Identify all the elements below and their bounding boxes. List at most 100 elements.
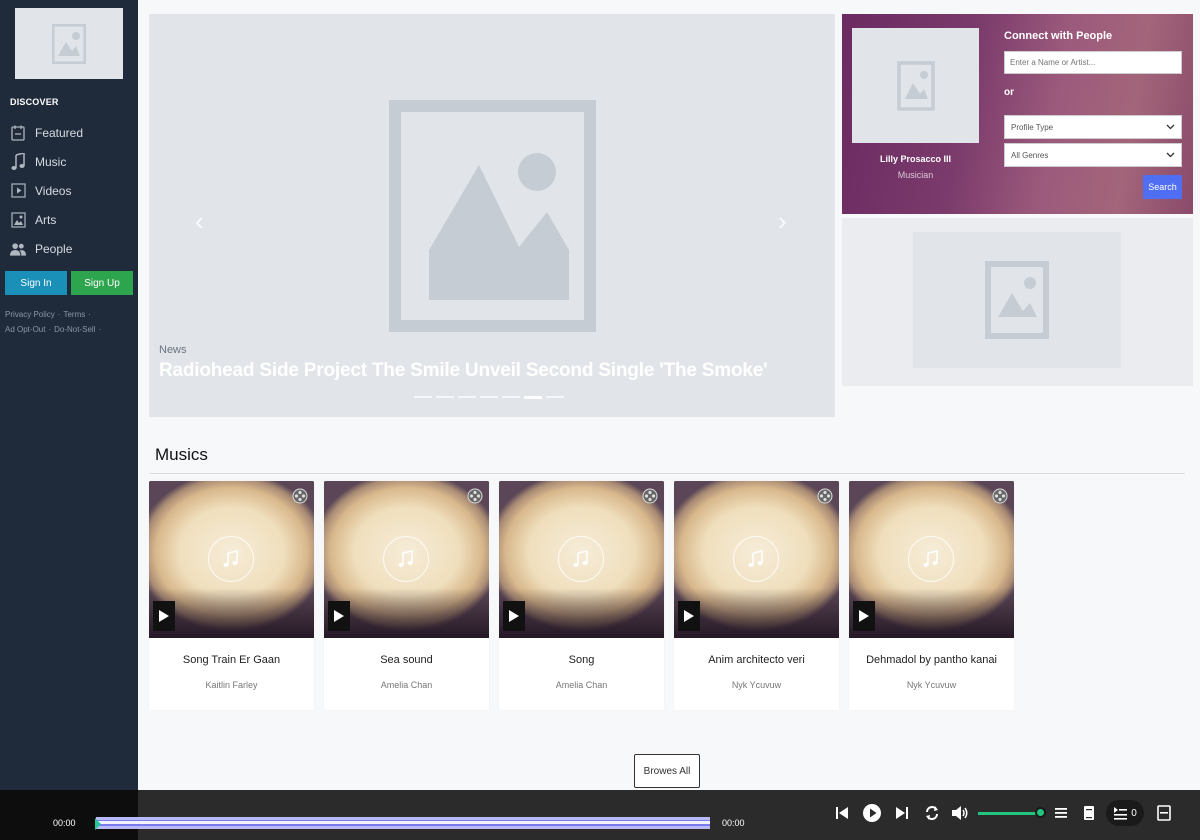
music-card[interactable]: Dehmadol by pantho kanai Nyk Ycuvuw [849, 481, 1014, 710]
play-button[interactable] [678, 601, 700, 631]
music-title[interactable]: Anim architecto veri [674, 654, 839, 666]
music-artist[interactable]: Amelia Chan [324, 680, 489, 690]
profile-name[interactable]: Lilly Prosacco III [852, 154, 979, 164]
sign-in-button[interactable]: Sign In [5, 271, 67, 295]
music-artist[interactable]: Nyk Ycuvuw [674, 680, 839, 690]
repeat-icon [926, 806, 938, 820]
music-card[interactable]: Sea sound Amelia Chan [324, 481, 489, 710]
sidebar-item-label: People [35, 241, 73, 256]
calendar-icon [10, 125, 26, 141]
music-title[interactable]: Sea sound [324, 654, 489, 666]
profile-image[interactable] [852, 28, 979, 143]
play-circle-icon [863, 804, 881, 822]
play-button[interactable] [503, 601, 525, 631]
volume-button[interactable] [949, 802, 971, 824]
play-pause-button[interactable] [861, 802, 883, 824]
do-not-sell-link[interactable]: Do-Not-Sell [54, 325, 95, 334]
privacy-policy-link[interactable]: Privacy Policy [5, 310, 55, 319]
search-button[interactable]: Search [1143, 175, 1182, 199]
next-button[interactable] [891, 802, 913, 824]
music-artist[interactable]: Amelia Chan [499, 680, 664, 690]
music-cover[interactable] [674, 481, 839, 638]
music-card[interactable]: Song Train Er Gaan Kaitlin Farley [149, 481, 314, 710]
progress-track [96, 821, 710, 824]
genres-select[interactable]: All Genres [1004, 143, 1182, 167]
music-card[interactable]: Song Amelia Chan [499, 481, 664, 710]
queue-count: 0 [1131, 807, 1137, 819]
terms-link[interactable]: Terms [63, 310, 85, 319]
music-cover[interactable] [324, 481, 489, 638]
carousel-dot[interactable] [502, 396, 520, 398]
carousel-dot-active[interactable] [524, 396, 542, 399]
profile-type-select[interactable]: Profile Type [1004, 115, 1182, 139]
volume-slider-handle[interactable] [1035, 807, 1046, 818]
play-icon [334, 610, 344, 622]
sidebar-item-label: Featured [35, 125, 84, 140]
video-icon [10, 183, 26, 199]
people-search-input[interactable] [1004, 51, 1182, 74]
section-divider [149, 473, 1185, 474]
film-reel-icon[interactable] [467, 488, 483, 504]
discover-label: DISCOVER [10, 97, 59, 107]
sign-up-button[interactable]: Sign Up [71, 271, 133, 295]
musics-section-title: Musics [155, 445, 208, 464]
film-reel-icon[interactable] [292, 488, 308, 504]
music-artist[interactable]: Kaitlin Farley [149, 680, 314, 690]
image-icon [10, 211, 26, 228]
music-artist[interactable]: Nyk Ycuvuw [849, 680, 1014, 690]
skip-previous-icon [836, 807, 848, 819]
film-reel-icon[interactable] [642, 488, 658, 504]
book-icon [1084, 806, 1094, 820]
lyrics-button[interactable] [1078, 802, 1100, 824]
carousel-dot[interactable] [480, 396, 498, 398]
hero-carousel[interactable]: ‹ › News Radiohead Side Project The Smil… [149, 14, 835, 417]
carousel-dot[interactable] [414, 396, 432, 398]
hero-title[interactable]: Radiohead Side Project The Smile Unveil … [159, 360, 768, 382]
ad-image[interactable] [913, 232, 1121, 368]
sidebar-item-videos[interactable]: Videos [0, 176, 138, 205]
ad-opt-out-link[interactable]: Ad Opt-Out [5, 325, 45, 334]
volume-icon [952, 806, 968, 820]
sidebar-item-label: Music [35, 154, 67, 169]
profile-type-value: Profile Type [1011, 122, 1054, 132]
music-card-list: Song Train Er Gaan Kaitlin Farley Sea so… [149, 481, 1014, 710]
music-title[interactable]: Dehmadol by pantho kanai [849, 654, 1014, 666]
music-title[interactable]: Song [499, 654, 664, 666]
browse-all-button[interactable]: Browes All [634, 754, 700, 788]
film-reel-icon[interactable] [817, 488, 833, 504]
sidebar-item-featured[interactable]: Featured [0, 118, 138, 147]
minimize-player-button[interactable] [1153, 802, 1175, 824]
sidebar-item-music[interactable]: Music [0, 147, 138, 176]
playlist-button[interactable] [1050, 802, 1072, 824]
audio-player-bar: 00:00 00:00 0 [0, 790, 1200, 840]
list-icon [1055, 808, 1067, 818]
queue-button[interactable]: 0 [1106, 800, 1144, 826]
image-placeholder-icon [389, 100, 596, 332]
music-title[interactable]: Song Train Er Gaan [149, 654, 314, 666]
play-button[interactable] [853, 601, 875, 631]
sidebar-item-people[interactable]: People [0, 234, 138, 263]
music-cover[interactable] [849, 481, 1014, 638]
music-card[interactable]: Anim architecto veri Nyk Ycuvuw [674, 481, 839, 710]
carousel-dot[interactable] [436, 396, 454, 398]
carousel-dot[interactable] [458, 396, 476, 398]
play-button[interactable] [328, 601, 350, 631]
auth-buttons: Sign In Sign Up [5, 271, 133, 295]
carousel-prev-arrow[interactable]: ‹ [195, 206, 204, 237]
volume-slider[interactable] [978, 812, 1040, 815]
progress-handle[interactable] [95, 818, 101, 830]
repeat-button[interactable] [921, 802, 943, 824]
music-cover[interactable] [499, 481, 664, 638]
logo[interactable] [15, 8, 123, 79]
previous-button[interactable] [831, 802, 853, 824]
carousel-dot[interactable] [546, 396, 564, 398]
carousel-next-arrow[interactable]: › [778, 206, 787, 237]
sidebar-item-arts[interactable]: Arts [0, 205, 138, 234]
film-reel-icon[interactable] [992, 488, 1008, 504]
music-cover[interactable] [149, 481, 314, 638]
music-note-icon [733, 536, 779, 582]
play-button[interactable] [153, 601, 175, 631]
panel-icon [1157, 805, 1171, 821]
play-icon [684, 610, 694, 622]
connect-title: Connect with People [1004, 30, 1113, 42]
